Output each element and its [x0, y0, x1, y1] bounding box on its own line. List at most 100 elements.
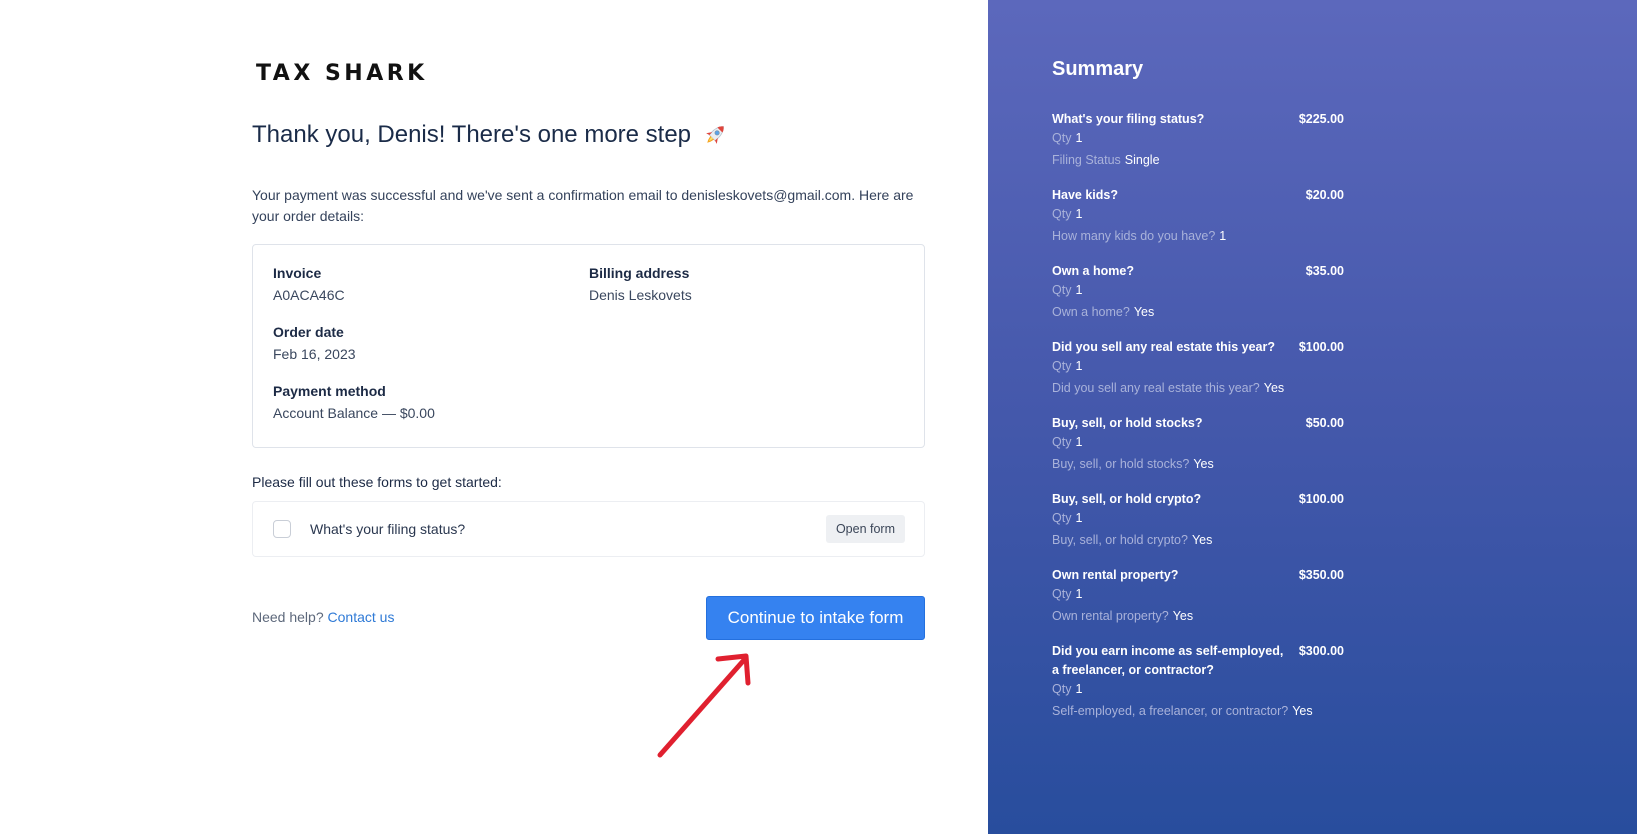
- summary-item-price: $100.00: [1298, 340, 1344, 354]
- summary-item-detail: Self-employed, a freelancer, or contract…: [1052, 702, 1344, 721]
- summary-item: Buy, sell, or hold crypto? $100.00 Qty 1 Buy…: [1052, 490, 1344, 550]
- continue-to-intake-form-button[interactable]: Continue to intake form: [706, 596, 925, 640]
- summary-item-header: Did you sell any real estate this year? $…: [1052, 338, 1344, 357]
- summary-item-qty: Qty 1: [1052, 129, 1344, 148]
- billing-address-field: Billing address Denis Leskovets: [589, 264, 692, 304]
- summary-item-header: Own a home? $35.00: [1052, 262, 1344, 281]
- summary-item-detail: Own rental property? Yes: [1052, 607, 1344, 626]
- invoice-field: Invoice A0ACA46C: [273, 264, 345, 304]
- payment-confirmation-text: Your payment was successful and we've se…: [252, 187, 914, 224]
- form-list-item: What's your filing status? Open form: [252, 501, 925, 557]
- detail-label: Own a home?: [1052, 305, 1130, 319]
- detail-value: Yes: [1263, 381, 1285, 395]
- qty-label: Qty: [1052, 283, 1072, 297]
- summary-title: Summary: [1052, 58, 1144, 80]
- brand-name: TAX SHARK: [256, 60, 428, 86]
- qty-label: Qty: [1052, 435, 1072, 449]
- summary-item-detail: Buy, sell, or hold stocks? Yes: [1052, 455, 1344, 474]
- detail-label: Buy, sell, or hold stocks?: [1052, 457, 1190, 471]
- summary-item-question: Did you sell any real estate this year?: [1052, 340, 1276, 354]
- qty-value: 1: [1075, 283, 1083, 297]
- billing-address-value: Denis Leskovets: [589, 287, 692, 303]
- order-date-value: Feb 16, 2023: [273, 346, 356, 362]
- brand-logo: TAX SHARK: [256, 60, 428, 86]
- summary-item-detail: Did you sell any real estate this year? Y…: [1052, 379, 1344, 398]
- qty-label: Qty: [1052, 511, 1072, 525]
- summary-item-qty: Qty 1: [1052, 509, 1344, 528]
- summary-item-detail: How many kids do you have? 1: [1052, 227, 1344, 246]
- contact-us-link[interactable]: Contact us: [328, 609, 395, 625]
- open-form-button[interactable]: Open form: [825, 515, 905, 543]
- summary-item-price: $35.00: [1305, 264, 1344, 278]
- invoice-value: A0ACA46C: [273, 287, 345, 303]
- qty-label: Qty: [1052, 587, 1072, 601]
- summary-item-header: Buy, sell, or hold stocks? $50.00: [1052, 414, 1344, 433]
- summary-item: Buy, sell, or hold stocks? $50.00 Qty 1 Buy,…: [1052, 414, 1344, 474]
- invoice-label: Invoice: [273, 265, 322, 281]
- forms-instructions: Please fill out these forms to get start…: [252, 474, 502, 490]
- summary-item-header: What's your filing status? $225.00: [1052, 110, 1344, 129]
- summary-item-header: Have kids? $20.00: [1052, 186, 1344, 205]
- qty-value: 1: [1075, 682, 1083, 696]
- qty-label: Qty: [1052, 682, 1072, 696]
- detail-label: How many kids do you have?: [1052, 229, 1216, 243]
- summary-item: Own a home? $35.00 Qty 1 Own a home? Yes: [1052, 262, 1344, 322]
- page-title-text: Thank you, Denis! There's one more step: [252, 121, 692, 148]
- summary-item-price: $20.00: [1305, 188, 1344, 202]
- qty-value: 1: [1075, 587, 1083, 601]
- qty-label: Qty: [1052, 131, 1072, 145]
- summary-item: Have kids? $20.00 Qty 1 How many kids do you…: [1052, 186, 1344, 246]
- qty-value: 1: [1075, 435, 1083, 449]
- summary-item: Did you sell any real estate this year? $…: [1052, 338, 1344, 398]
- detail-label: Own rental property?: [1052, 609, 1169, 623]
- summary-item-header: Buy, sell, or hold crypto? $100.00: [1052, 490, 1344, 509]
- detail-value: 1: [1219, 229, 1227, 243]
- rocket-icon: [706, 126, 724, 144]
- summary-item-question: Own a home?: [1052, 264, 1134, 278]
- summary-item-qty: Qty 1: [1052, 281, 1344, 300]
- detail-value: Yes: [1193, 457, 1214, 471]
- detail-value: Single: [1124, 153, 1160, 167]
- summary-item: What's your filing status? $225.00 Qty 1 Fil…: [1052, 110, 1344, 170]
- detail-label: Buy, sell, or hold crypto?: [1052, 533, 1188, 547]
- order-details-card: Invoice A0ACA46C Billing address Denis L…: [252, 244, 925, 448]
- qty-value: 1: [1075, 359, 1083, 373]
- qty-label: Qty: [1052, 359, 1072, 373]
- summary-item-detail: Buy, sell, or hold crypto? Yes: [1052, 531, 1344, 550]
- form-complete-checkbox[interactable]: [273, 520, 291, 538]
- form-name: What's your filing status?: [310, 521, 466, 537]
- summary-item-price: $300.00: [1298, 644, 1344, 658]
- summary-item-question: What's your filing status?: [1052, 112, 1205, 126]
- detail-value: Yes: [1191, 533, 1213, 547]
- summary-item-detail: Own a home? Yes: [1052, 303, 1344, 322]
- payment-method-value: Account Balance — $0.00: [273, 405, 435, 421]
- summary-item-price: $100.00: [1298, 492, 1344, 506]
- detail-value: Yes: [1292, 704, 1313, 718]
- summary-item-question: Buy, sell, or hold crypto?: [1052, 492, 1202, 506]
- summary-item-detail: Filing Status Single: [1052, 151, 1344, 170]
- summary-item-price: $225.00: [1298, 112, 1344, 126]
- payment-method-field: Payment method Account Balance — $0.00: [273, 382, 435, 422]
- summary-item-header: Did you earn income as self-employed, a …: [1052, 642, 1344, 680]
- summary-panel: Summary What's your filing status? $225.0…: [988, 0, 1637, 834]
- summary-item: Own rental property? $350.00 Qty 1 Own renta…: [1052, 566, 1344, 626]
- qty-value: 1: [1075, 207, 1083, 221]
- summary-item: Did you earn income as self-employed, a …: [1052, 642, 1344, 721]
- summary-item-price: $50.00: [1305, 416, 1344, 430]
- detail-value: Yes: [1133, 305, 1155, 319]
- payment-method-label: Payment method: [273, 383, 386, 399]
- billing-address-label: Billing address: [589, 265, 690, 281]
- detail-label: Filing Status: [1052, 153, 1121, 167]
- qty-value: 1: [1075, 511, 1083, 525]
- summary-item-qty: Qty 1: [1052, 433, 1344, 452]
- summary-item-qty: Qty 1: [1052, 585, 1344, 604]
- summary-item-question: Own rental property?: [1052, 568, 1179, 582]
- detail-label: Did you sell any real estate this year?: [1052, 381, 1260, 395]
- summary-item-qty: Qty 1: [1052, 680, 1344, 699]
- detail-label: Self-employed, a freelancer, or contract…: [1052, 704, 1289, 718]
- summary-item-question: Buy, sell, or hold stocks?: [1052, 416, 1203, 430]
- qty-label: Qty: [1052, 207, 1072, 221]
- qty-value: 1: [1075, 131, 1083, 145]
- summary-item-question: Did you earn income as self-employed, a …: [1052, 644, 1284, 677]
- summary-item-question: Have kids?: [1052, 188, 1119, 202]
